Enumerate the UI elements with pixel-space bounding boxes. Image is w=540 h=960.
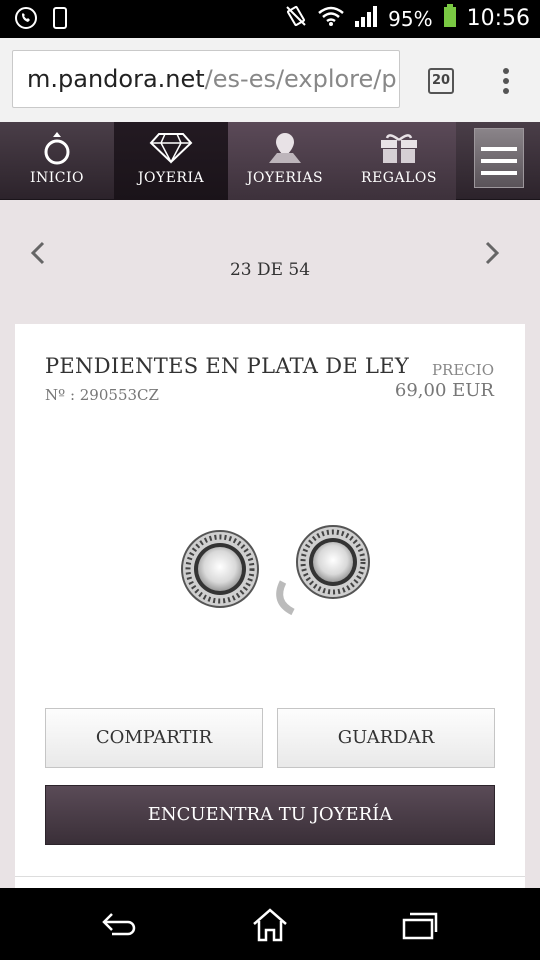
url-text: m.pandora.net/es-es/explore/p	[27, 65, 397, 93]
vibrate-icon	[284, 4, 308, 33]
battery-percent: 95%	[388, 6, 433, 31]
dot-icon	[503, 68, 509, 74]
pager-counter: 23 DE 54	[229, 260, 311, 280]
phone-icon	[52, 7, 68, 33]
dot-icon	[503, 88, 509, 94]
url-host: m.pandora.net	[27, 65, 205, 93]
nav-label: JOYERIAS	[246, 170, 324, 186]
url-path: /es-es/explore/p	[204, 65, 397, 93]
menu-bar-icon	[481, 147, 517, 151]
site-nav: INICIO JOYERIA JOYERIAS REGALOS	[0, 122, 540, 200]
next-product-button[interactable]	[484, 240, 504, 266]
dot-icon	[503, 78, 509, 84]
location-pin-icon	[228, 130, 342, 166]
whatsapp-icon	[14, 6, 38, 34]
status-bar: 95% 10:56	[0, 0, 540, 38]
back-button[interactable]	[100, 908, 140, 942]
product-reference: Nº : 290553CZ	[45, 386, 159, 404]
gift-icon	[342, 130, 456, 166]
home-button[interactable]	[250, 908, 290, 942]
hamburger-menu-button[interactable]	[474, 128, 524, 188]
nav-label: INICIO	[29, 170, 85, 186]
signal-icon	[354, 5, 378, 32]
recent-apps-button[interactable]	[400, 908, 440, 942]
chevron-right-icon	[485, 241, 500, 265]
share-button[interactable]: COMPARTIR	[45, 708, 263, 768]
pandora-logo-icon	[0, 130, 114, 166]
product-card: PENDIENTES EN PLATA DE LEY Nº : 290553CZ…	[15, 324, 525, 884]
url-field[interactable]: m.pandora.net/es-es/explore/p	[12, 50, 400, 108]
find-store-button[interactable]: ENCUENTRA TU JOYERÍA	[45, 785, 495, 845]
product-price: 69,00 EUR	[394, 380, 494, 401]
wifi-icon	[318, 5, 344, 32]
product-title: PENDIENTES EN PLATA DE LEY	[45, 354, 410, 378]
tab-switcher-button[interactable]: 20	[428, 68, 454, 94]
save-button[interactable]: GUARDAR	[277, 708, 495, 768]
nav-item-joyerias[interactable]: JOYERIAS	[228, 122, 342, 200]
nav-label: REGALOS	[361, 170, 437, 186]
product-pager: 23 DE 54	[0, 200, 540, 308]
clock: 10:56	[466, 6, 530, 31]
battery-icon	[443, 4, 457, 33]
nav-label: JOYERIA	[137, 170, 205, 186]
nav-item-regalos[interactable]: REGALOS	[342, 122, 456, 200]
menu-bar-icon	[481, 159, 517, 163]
menu-bar-icon	[481, 171, 517, 175]
product-image	[165, 504, 385, 634]
system-nav-bar	[0, 888, 540, 960]
home-icon	[253, 908, 287, 942]
nav-item-joyeria[interactable]: JOYERIA	[114, 122, 228, 200]
price-label: PRECIO	[431, 361, 494, 379]
back-arrow-icon	[102, 913, 136, 936]
nav-item-inicio[interactable]: INICIO	[0, 122, 114, 200]
browser-toolbar: m.pandora.net/es-es/explore/p 20	[0, 38, 540, 122]
diamond-icon	[114, 130, 228, 166]
recent-apps-icon	[402, 912, 438, 940]
overflow-menu-button[interactable]	[502, 68, 510, 96]
